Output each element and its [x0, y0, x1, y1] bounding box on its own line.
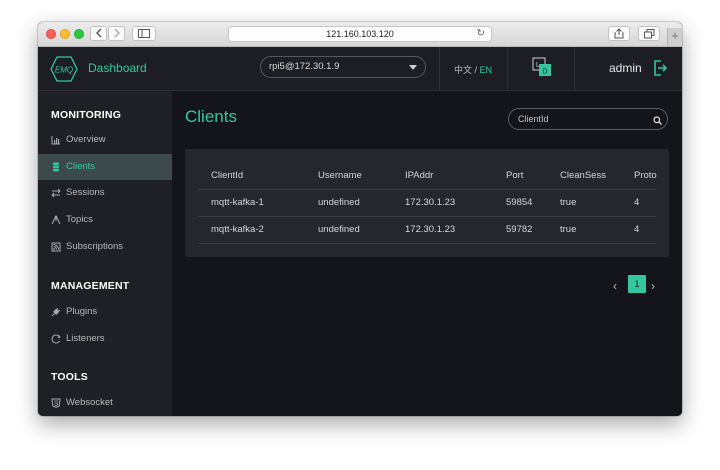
topics-icon — [51, 215, 61, 225]
sidebar-item-label: Websocket — [66, 397, 113, 408]
cell-ipaddr: 172.30.1.23 — [405, 224, 456, 235]
lang-en[interactable]: EN — [480, 65, 493, 75]
sidebar-toggle-button[interactable] — [132, 26, 156, 41]
column-header[interactable]: CleanSess — [560, 170, 606, 181]
user-name[interactable]: admin — [609, 61, 642, 75]
clients-icon — [53, 162, 59, 172]
section-title-tools: TOOLS — [51, 371, 88, 383]
sidebar-item-subscriptions[interactable]: Subscriptions — [38, 234, 172, 260]
sidebar: MONITORING Overview Clients Sessions Top… — [38, 91, 172, 416]
emq-logo-icon[interactable]: EMQ — [50, 56, 78, 82]
html5-icon — [51, 398, 61, 408]
header-divider — [439, 47, 440, 90]
cell-username: undefined — [318, 224, 360, 235]
pagination-current-page[interactable]: 1 — [628, 275, 646, 293]
sidebar-item-label: Clients — [66, 161, 96, 172]
new-tab-button[interactable]: + — [667, 28, 682, 46]
page-title: Clients — [185, 107, 237, 126]
cell-port: 59854 — [506, 197, 533, 208]
chevron-right-icon — [114, 28, 120, 38]
search-input[interactable] — [508, 108, 668, 130]
url-text: 121.160.103.120 — [326, 29, 394, 39]
section-title-management: MANAGEMENT — [51, 280, 130, 292]
sidebar-item-topics[interactable]: Topics — [38, 207, 172, 233]
tabs-button[interactable] — [638, 26, 660, 41]
minimize-window-button[interactable] — [60, 29, 70, 39]
sessions-icon — [51, 188, 61, 198]
back-button[interactable] — [90, 26, 107, 41]
browser-window: 121.160.103.120 ↻ + EMQ Dashboard rpi5@1… — [38, 22, 682, 416]
pagination-prev-button[interactable]: ‹ — [613, 279, 617, 293]
cell-username: undefined — [318, 197, 360, 208]
chevron-left-icon — [95, 28, 101, 38]
sidebar-item-websocket[interactable]: Websocket — [38, 390, 172, 416]
cell-ipaddr: 172.30.1.23 — [405, 197, 456, 208]
svg-text:D: D — [543, 69, 548, 76]
cell-port: 59782 — [506, 224, 533, 235]
column-header[interactable]: Username — [318, 170, 362, 181]
main-content: Clients ClientId Username IPAddr Port Cl… — [172, 91, 682, 416]
sidebar-item-label: Listeners — [66, 333, 105, 344]
sidebar-item-overview[interactable]: Overview — [38, 127, 172, 153]
bar-chart-icon — [51, 136, 60, 145]
tabs-icon — [643, 29, 654, 39]
lang-cn[interactable]: 中文 — [454, 65, 472, 75]
address-bar[interactable]: 121.160.103.120 ↻ — [228, 26, 492, 42]
column-header[interactable]: IPAddr — [405, 170, 433, 181]
reload-icon[interactable]: ↻ — [477, 27, 485, 41]
sidebar-item-sessions[interactable]: Sessions — [38, 180, 172, 206]
cell-proto: 4 — [634, 197, 640, 208]
cell-cleansess: true — [560, 197, 577, 208]
language-switch: 中文 / EN — [454, 63, 492, 76]
cell-clientid: mqtt-kafka-1 — [211, 197, 264, 208]
browser-toolbar: 121.160.103.120 ↻ + — [38, 22, 682, 47]
column-header[interactable]: Proto — [634, 170, 657, 181]
search-icon[interactable] — [653, 116, 662, 125]
cell-proto: 4 — [634, 224, 640, 235]
column-header[interactable]: ClientId — [211, 170, 243, 181]
cell-clientid: mqtt-kafka-2 — [211, 224, 264, 235]
sidebar-item-listeners[interactable]: Listeners — [38, 326, 172, 352]
brand-title[interactable]: Dashboard — [88, 61, 147, 75]
sidebar-item-plugins[interactable]: Plugins — [38, 299, 172, 325]
logo-text: EMQ — [55, 66, 73, 75]
sidebar-item-label: Subscriptions — [66, 241, 124, 252]
subscriptions-icon — [51, 242, 61, 252]
light-dark-theme-icon[interactable]: L D — [532, 57, 552, 77]
close-window-button[interactable] — [46, 29, 56, 39]
header-divider — [574, 47, 575, 90]
logout-icon[interactable] — [653, 60, 667, 76]
share-icon — [614, 28, 624, 39]
sidebar-item-label: Plugins — [66, 306, 98, 317]
plug-icon — [51, 307, 61, 317]
share-button[interactable] — [608, 26, 630, 41]
row-divider — [198, 189, 656, 190]
row-divider — [198, 216, 656, 217]
sidebar-icon — [138, 29, 150, 38]
row-divider — [198, 243, 656, 244]
sidebar-item-label: Overview — [66, 134, 106, 145]
column-header[interactable]: Port — [506, 170, 523, 181]
forward-button[interactable] — [108, 26, 125, 41]
caret-down-icon — [409, 65, 417, 70]
cell-cleansess: true — [560, 224, 577, 235]
pagination-next-button[interactable]: › — [651, 279, 655, 293]
section-title-monitoring: MONITORING — [51, 109, 122, 121]
lang-separator: / — [472, 65, 480, 75]
header-divider — [507, 47, 508, 90]
app-header: EMQ Dashboard rpi5@172.30.1.9 中文 / EN L … — [38, 47, 682, 91]
listeners-icon — [51, 334, 61, 344]
sidebar-item-label: Topics — [66, 214, 93, 225]
sidebar-item-clients[interactable]: Clients — [38, 154, 172, 180]
clients-table: ClientId Username IPAddr Port CleanSess … — [185, 149, 669, 257]
zoom-window-button[interactable] — [74, 29, 84, 39]
node-select[interactable]: rpi5@172.30.1.9 — [260, 56, 426, 78]
sidebar-item-label: Sessions — [66, 187, 105, 198]
node-select-value: rpi5@172.30.1.9 — [269, 61, 340, 72]
